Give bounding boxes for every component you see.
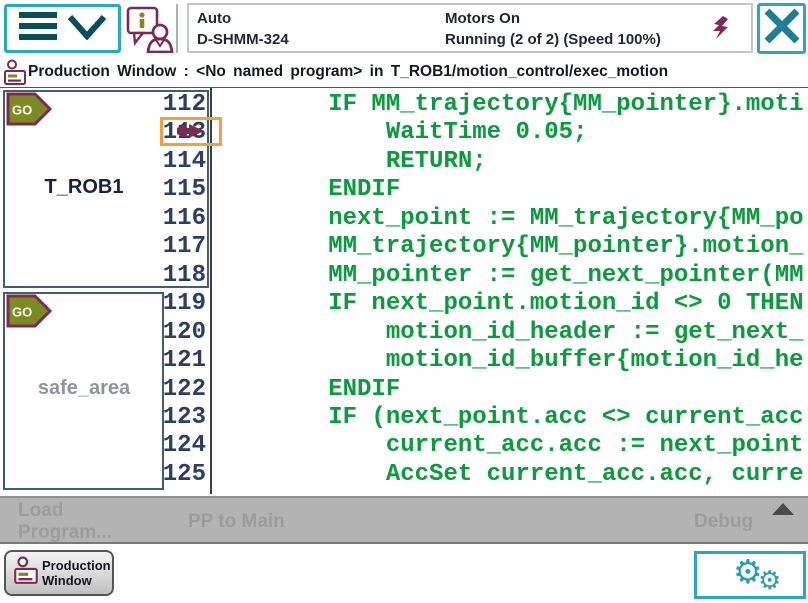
pp-to-main-button[interactable]: PP to Main xyxy=(188,511,285,533)
code-line: AccSet current_acc.acc, curre xyxy=(213,461,804,489)
gutter-code-divider xyxy=(210,88,212,494)
program-pointer-icon xyxy=(176,122,206,145)
svg-text:GO: GO xyxy=(12,305,32,320)
line-number: 125 xyxy=(130,461,206,489)
code-line: ENDIF xyxy=(213,176,400,204)
line-number-gutter: 1121131141151161171181191201211221231241… xyxy=(130,0,206,494)
code-line: MM_pointer := get_next_pointer(MM xyxy=(213,262,804,290)
line-number: 115 xyxy=(130,176,206,204)
go-badge-icon: GO xyxy=(6,92,52,131)
bottom-menu-bar: Load Program... PP to Main Debug xyxy=(0,496,808,544)
code-line: IF next_point.motion_id <> 0 THEN xyxy=(213,290,804,318)
code-line: IF MM_trajectory{MM_pointer}.moti xyxy=(213,91,804,119)
collapse-arrow-icon[interactable] xyxy=(772,503,794,515)
svg-text:GO: GO xyxy=(12,103,32,118)
line-number: 116 xyxy=(130,205,206,233)
code-line: next_point := MM_trajectory{MM_po xyxy=(213,205,804,233)
line-number: 123 xyxy=(130,404,206,432)
code-area[interactable]: IF MM_trajectory{MM_pointer}.moti WaitTi… xyxy=(213,0,808,494)
code-line: RETURN; xyxy=(213,148,487,176)
line-number: 124 xyxy=(130,432,206,460)
line-number: 112 xyxy=(130,91,206,119)
line-number: 121 xyxy=(130,347,206,375)
line-number: 118 xyxy=(130,262,206,290)
code-line: ENDIF xyxy=(213,376,400,404)
production-window-button-label: Production Window xyxy=(42,558,111,588)
load-program-button[interactable]: Load Program... xyxy=(18,500,112,543)
line-number: 114 xyxy=(130,148,206,176)
line-number: 117 xyxy=(130,233,206,261)
code-line: WaitTime 0.05; xyxy=(213,119,587,147)
chevron-down-icon xyxy=(67,12,107,45)
hamburger-icon xyxy=(19,12,59,45)
code-line: MM_trajectory{MM_pointer}.motion_ xyxy=(213,233,804,261)
line-number: 119 xyxy=(130,290,206,318)
flexpendant-screen: Auto D-SHMM-324 Motors On Running (2 of … xyxy=(0,0,808,603)
code-line: motion_id_header := get_next_ xyxy=(213,319,804,347)
code-line: current_acc.acc := next_point xyxy=(213,432,804,460)
line-number: 120 xyxy=(130,319,206,347)
production-window-icon xyxy=(14,556,38,590)
production-window-taskbar-button[interactable]: Production Window xyxy=(4,550,114,596)
gear-icon: ⚙ xyxy=(758,568,781,594)
go-badge-icon: GO xyxy=(6,294,52,333)
main-menu-button[interactable] xyxy=(4,4,121,53)
quickset-gears-button[interactable]: ⚙ ⚙ xyxy=(694,551,806,599)
debug-button[interactable]: Debug xyxy=(694,511,753,533)
line-number: 122 xyxy=(130,376,206,404)
code-line: motion_id_buffer{motion_id_he xyxy=(213,347,804,375)
code-line: IF (next_point.acc <> current_acc xyxy=(213,404,804,432)
